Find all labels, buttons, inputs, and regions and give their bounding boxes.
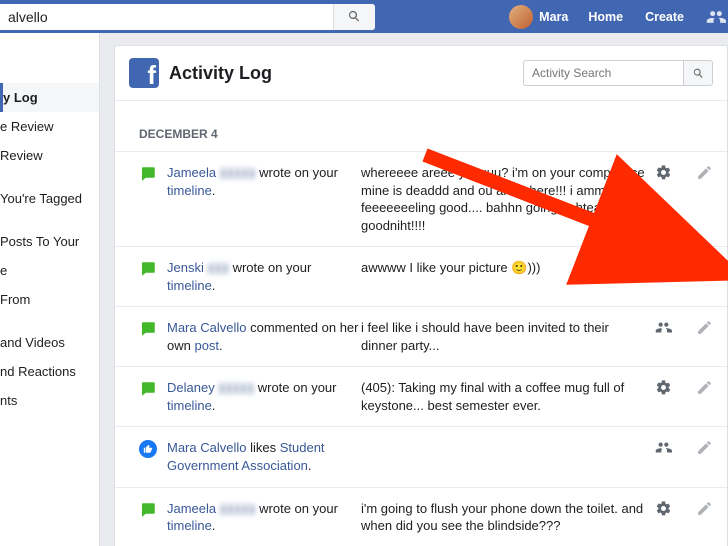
- row-controls: [655, 439, 713, 456]
- row-body: whereeee areee youuuu? i'm on your comp …: [359, 164, 655, 234]
- activity-search-button[interactable]: [683, 60, 713, 86]
- object-link[interactable]: post: [194, 338, 219, 353]
- sidebar-item[interactable]: You're Tagged: [0, 184, 99, 213]
- activity-row: Jenski ▮▮▮ wrote on your timeline.awwww …: [115, 247, 727, 307]
- gear-icon[interactable]: [655, 164, 672, 181]
- actor-link[interactable]: Mara Calvello: [167, 320, 246, 335]
- row-action: Jameela ▮▮▮▮▮ wrote on your timeline.: [167, 164, 359, 199]
- row-body: i feel like i should have been invited t…: [359, 319, 655, 354]
- activity-row: Jameela ▮▮▮▮▮ wrote on your timeline.i'm…: [115, 488, 727, 546]
- gear-icon[interactable]: [655, 259, 672, 276]
- row-body: (405): Taking my final with a coffee mug…: [359, 379, 655, 414]
- row-action: Mara Calvello commented on her own post.: [167, 319, 359, 354]
- page-title: Activity Log: [169, 63, 272, 84]
- sidebar-item[interactable]: and Videos: [0, 328, 99, 357]
- content: f Activity Log DECEMBER 4 Jameela ▮▮▮▮▮ …: [100, 33, 728, 546]
- sidebar-item[interactable]: Review: [0, 141, 99, 170]
- pencil-icon[interactable]: [696, 319, 713, 336]
- sidebar-item[interactable]: Posts To Your: [0, 227, 99, 256]
- main: y Loge ReviewReview You're Tagged Posts To…: [0, 33, 728, 546]
- object-link[interactable]: timeline: [167, 183, 212, 198]
- search-input[interactable]: [0, 4, 333, 30]
- message-icon: [139, 501, 157, 519]
- pencil-icon[interactable]: [696, 164, 713, 181]
- row-action: Mara Calvello likes Student Government A…: [167, 439, 359, 474]
- pencil-icon[interactable]: [696, 500, 713, 517]
- activity-row: Jameela ▮▮▮▮▮ wrote on your timeline.whe…: [115, 152, 727, 247]
- activity-search: [523, 60, 713, 86]
- object-link[interactable]: timeline: [167, 278, 212, 293]
- actor-link[interactable]: Jameela: [167, 165, 216, 180]
- activity-rows: Jameela ▮▮▮▮▮ wrote on your timeline.whe…: [115, 152, 727, 546]
- profile-name: Mara: [539, 10, 568, 24]
- search-icon: [692, 67, 705, 80]
- like-icon: [139, 440, 157, 458]
- sidebar-item[interactable]: e: [0, 256, 99, 285]
- row-action: Delaney ▮▮▮▮▮ wrote on your timeline.: [167, 379, 359, 414]
- sidebar-item[interactable]: nts: [0, 386, 99, 415]
- row-controls: [655, 379, 713, 396]
- pencil-icon[interactable]: [696, 379, 713, 396]
- message-icon: [139, 260, 157, 278]
- gear-icon[interactable]: [655, 379, 672, 396]
- friends-icon[interactable]: [655, 319, 672, 336]
- topbar-right: Mara Home Create: [501, 5, 728, 29]
- activity-card: f Activity Log DECEMBER 4 Jameela ▮▮▮▮▮ …: [114, 45, 728, 546]
- profile-chip[interactable]: Mara: [501, 5, 576, 29]
- row-action: Jameela ▮▮▮▮▮ wrote on your timeline.: [167, 500, 359, 535]
- pencil-icon[interactable]: [696, 259, 713, 276]
- row-action: Jenski ▮▮▮ wrote on your timeline.: [167, 259, 359, 294]
- message-icon: [139, 380, 157, 398]
- activity-row: Mara Calvello commented on her own post.…: [115, 307, 727, 367]
- object-link[interactable]: timeline: [167, 398, 212, 413]
- activity-row: Mara Calvello likes Student Government A…: [115, 427, 727, 487]
- message-icon: [139, 320, 157, 338]
- sidebar: y Loge ReviewReview You're Tagged Posts To…: [0, 33, 100, 546]
- global-search: [0, 4, 375, 30]
- row-controls: [655, 164, 713, 181]
- topbar-icon-group: [696, 7, 728, 27]
- sidebar-item[interactable]: e Review: [0, 112, 99, 141]
- topbar: Mara Home Create: [0, 0, 728, 33]
- actor-link[interactable]: Jenski: [167, 260, 204, 275]
- actor-link[interactable]: Mara Calvello: [167, 440, 246, 455]
- row-controls: [655, 500, 713, 517]
- gear-icon[interactable]: [655, 500, 672, 517]
- create-link[interactable]: Create: [635, 10, 694, 24]
- row-body: i'm going to flush your phone down the t…: [359, 500, 655, 535]
- sidebar-item[interactable]: nd Reactions: [0, 357, 99, 386]
- message-icon: [139, 165, 157, 183]
- search-button[interactable]: [333, 4, 375, 30]
- card-header: f Activity Log: [115, 46, 727, 101]
- pencil-icon[interactable]: [696, 439, 713, 456]
- activity-search-input[interactable]: [523, 60, 683, 86]
- friends-icon[interactable]: [706, 7, 726, 27]
- actor-link[interactable]: Jameela: [167, 501, 216, 516]
- sidebar-item[interactable]: y Log: [0, 83, 99, 112]
- activity-row: Delaney ▮▮▮▮▮ wrote on your timeline.(40…: [115, 367, 727, 427]
- home-link[interactable]: Home: [578, 10, 633, 24]
- row-controls: [655, 319, 713, 336]
- search-icon: [347, 9, 362, 24]
- row-controls: [655, 259, 713, 276]
- row-body: awwww I like your picture 🙂))): [359, 259, 655, 277]
- friends-icon[interactable]: [655, 439, 672, 456]
- facebook-logo: f: [129, 58, 159, 88]
- avatar: [509, 5, 533, 29]
- object-link[interactable]: timeline: [167, 518, 212, 533]
- sidebar-item[interactable]: From: [0, 285, 99, 314]
- actor-link[interactable]: Delaney: [167, 380, 215, 395]
- date-header: DECEMBER 4: [115, 101, 727, 152]
